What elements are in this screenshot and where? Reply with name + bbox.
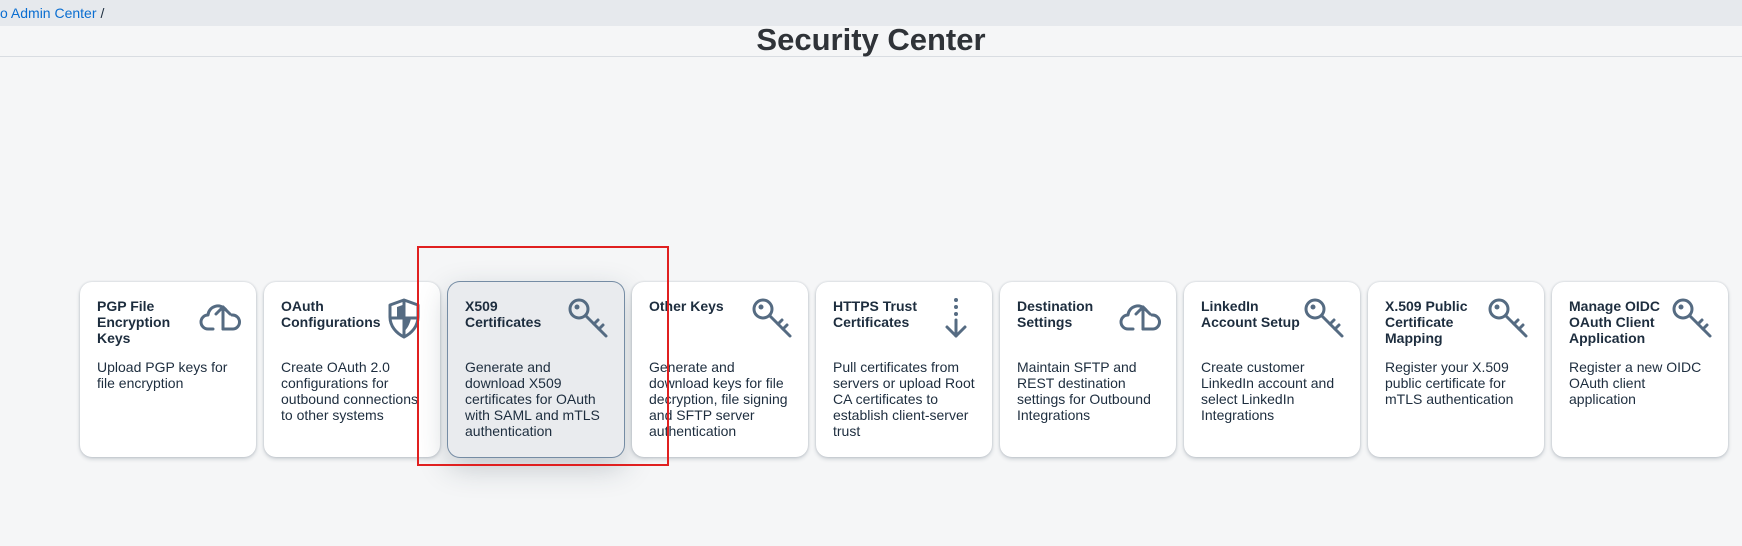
key-icon [1302,296,1346,340]
tile-title: LinkedIn Account Setup [1201,298,1300,330]
tile-description: Upload PGP keys for file encryption [97,359,228,391]
tile-x509-public-certificate-mapping[interactable]: X.509 Public Certificate Mapping Registe… [1368,282,1544,457]
key-icon [566,296,610,340]
breadcrumb-separator: / [100,5,105,21]
tile-pgp-file-encryption-keys[interactable]: PGP File Encryption Keys Upload PGP keys… [80,282,256,457]
tile-title: Destination Settings [1017,298,1094,330]
tile-title: X.509 Public Certificate Mapping [1385,298,1468,346]
download-arrow-icon [934,296,978,340]
tile-grid: PGP File Encryption Keys Upload PGP keys… [80,282,1728,457]
cloud-upload-icon [1118,296,1162,340]
key-icon [750,296,794,340]
tile-description: Register a new OIDC OAuth client applica… [1569,359,1702,407]
tile-description: Generate and download X509 certificates … [465,359,600,439]
breadcrumb: o Admin Center / [0,5,104,21]
page-title: Security Center [756,22,986,57]
shield-icon [382,296,426,340]
tile-description: Create customer LinkedIn account and sel… [1201,359,1335,423]
tile-destination-settings[interactable]: Destination Settings Maintain SFTP and R… [1000,282,1176,457]
tile-https-trust-certificates[interactable]: HTTPS Trust Certificates Pull certificat… [816,282,992,457]
tile-oauth-configurations[interactable]: OAuth Configurations Create OAuth 2.0 co… [264,282,440,457]
tile-title: X509 Certificates [465,298,542,330]
tile-description: Maintain SFTP and REST destination setti… [1017,359,1151,423]
tile-manage-oidc-oauth-client-application[interactable]: Manage OIDC OAuth Client Application Reg… [1552,282,1728,457]
key-icon [1670,296,1714,340]
tile-title: Other Keys [649,298,724,314]
key-icon [1486,296,1530,340]
tile-description: Generate and download keys for file decr… [649,359,788,439]
tile-description: Register your X.509 public certificate f… [1385,359,1514,407]
breadcrumb-admin-center-link[interactable]: o Admin Center [0,5,97,21]
tile-title: OAuth Configurations [281,298,381,330]
tile-linkedin-account-setup[interactable]: LinkedIn Account Setup Create customer L… [1184,282,1360,457]
tile-x509-certificates[interactable]: X509 Certificates Generate and download … [448,282,624,457]
tile-description: Pull certificates from servers or upload… [833,359,975,439]
tile-other-keys[interactable]: Other Keys Generate and download keys fo… [632,282,808,457]
cloud-upload-icon [198,296,242,340]
tile-title: HTTPS Trust Certificates [833,298,918,330]
tile-description: Create OAuth 2.0 configurations for outb… [281,359,418,423]
tile-title: Manage OIDC OAuth Client Application [1569,298,1661,346]
tile-title: PGP File Encryption Keys [97,298,171,346]
